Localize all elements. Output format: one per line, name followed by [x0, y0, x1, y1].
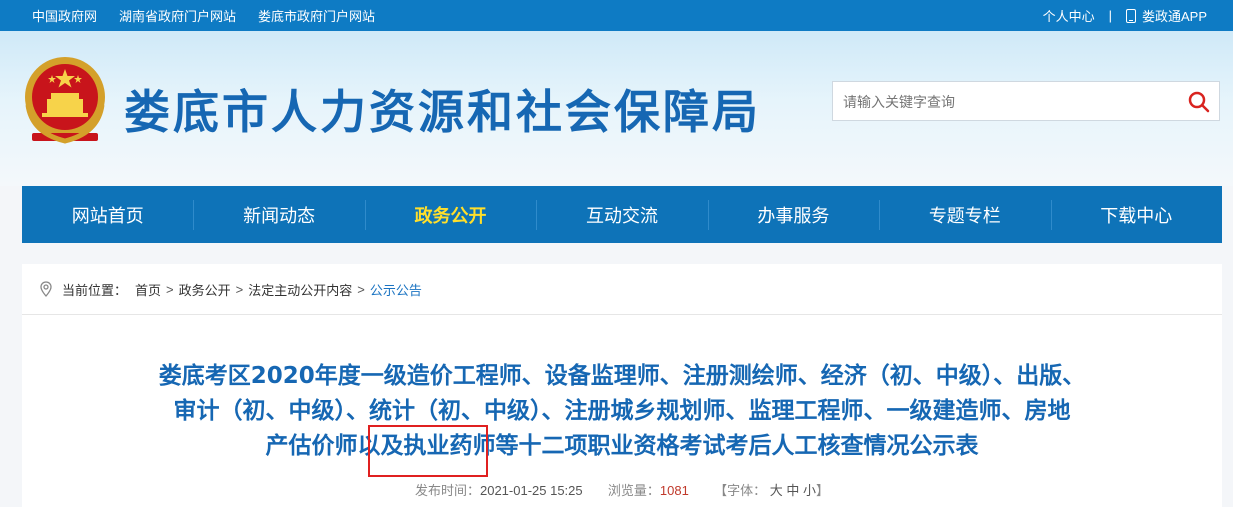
font-size-medium[interactable]: 中 — [786, 483, 799, 498]
highlight-annotation-box — [368, 425, 488, 477]
search-input[interactable] — [833, 82, 1175, 122]
breadcrumb-sep: > — [357, 281, 365, 297]
location-pin-icon — [40, 281, 52, 297]
top-bar: 中国政府网 湖南省政府门户网站 娄底市政府门户网站 个人中心 | 娄政通APP — [0, 0, 1233, 31]
link-loudi-gov[interactable]: 娄底市政府门户网站 — [258, 6, 375, 25]
published-date: 2021-01-25 15:25 — [479, 483, 583, 498]
views-count: 1081 — [659, 483, 689, 498]
user-center-link[interactable]: 个人中心 — [1043, 6, 1095, 25]
font-size-large[interactable]: 大 — [770, 483, 783, 498]
nav-item-interaction[interactable]: 互动交流 — [536, 186, 707, 243]
font-size-close: 】 — [816, 483, 830, 498]
link-gov-cn[interactable]: 中国政府网 — [32, 6, 97, 25]
site-header: 娄底市人力资源和社会保障局 — [0, 31, 1233, 186]
national-emblem-icon[interactable] — [22, 55, 108, 147]
link-hunan-gov[interactable]: 湖南省政府门户网站 — [119, 6, 236, 25]
top-right: 个人中心 | 娄政通APP — [1043, 0, 1207, 31]
nav-item-gov-affairs[interactable]: 政务公开 — [364, 186, 536, 243]
nav-item-services[interactable]: 办事服务 — [707, 186, 879, 243]
nav-item-downloads[interactable]: 下载中心 — [1050, 186, 1222, 243]
article-title-line: 审计（初、中级）、统计（初、中级）、注册城乡规划师、监理工程师、一级建造师、房地 — [173, 398, 1071, 424]
nav-item-news[interactable]: 新闻动态 — [193, 186, 364, 243]
breadcrumb-sep: > — [166, 281, 174, 297]
breadcrumb-home[interactable]: 首页 — [135, 280, 161, 299]
breadcrumb-announcements[interactable]: 公示公告 — [370, 280, 422, 299]
font-size-small[interactable]: 小 — [803, 483, 816, 498]
top-links: 中国政府网 湖南省政府门户网站 娄底市政府门户网站 — [32, 0, 397, 31]
nav-item-topics[interactable]: 专题专栏 — [879, 186, 1050, 243]
breadcrumb: 当前位置： 首页 > 政务公开 > 法定主动公开内容 > 公示公告 — [22, 264, 1222, 315]
views-label: 浏览量： — [607, 483, 660, 498]
app-link[interactable]: 娄政通APP — [1142, 6, 1207, 25]
article-title-line: 产估价师以及执业药师等十二项职业资格考试考后人工核查情况公示表 — [265, 433, 979, 459]
article-meta: 发布时间：2021-01-25 15:25 浏览量：1081 【字体： 大 中 … — [22, 480, 1222, 499]
search-icon[interactable] — [1187, 90, 1211, 114]
main-nav: 网站首页 新闻动态 政务公开 互动交流 办事服务 专题专栏 下载中心 — [22, 186, 1222, 243]
phone-icon — [1125, 8, 1136, 23]
breadcrumb-gov-affairs[interactable]: 政务公开 — [179, 280, 231, 299]
font-size-label: 【字体： — [714, 483, 767, 498]
site-title[interactable]: 娄底市人力资源和社会保障局 — [124, 76, 761, 142]
breadcrumb-sep: > — [235, 281, 244, 297]
published-label: 发布时间： — [414, 483, 480, 498]
breadcrumb-legal-disclosure[interactable]: 法定主动公开内容 — [248, 280, 352, 299]
breadcrumb-label: 当前位置： — [62, 282, 128, 298]
article-container: 当前位置： 首页 > 政务公开 > 法定主动公开内容 > 公示公告 娄底考区20… — [22, 264, 1222, 507]
article-title-line: 娄底考区2020年度一级造价工程师、设备监理师、注册测绘师、经济（初、中级）、出… — [158, 363, 1086, 389]
search-box — [832, 81, 1220, 122]
top-separator: | — [1108, 8, 1112, 23]
article-title: 娄底考区2020年度一级造价工程师、设备监理师、注册测绘师、经济（初、中级）、出… — [82, 359, 1162, 464]
nav-item-home[interactable]: 网站首页 — [22, 186, 193, 243]
